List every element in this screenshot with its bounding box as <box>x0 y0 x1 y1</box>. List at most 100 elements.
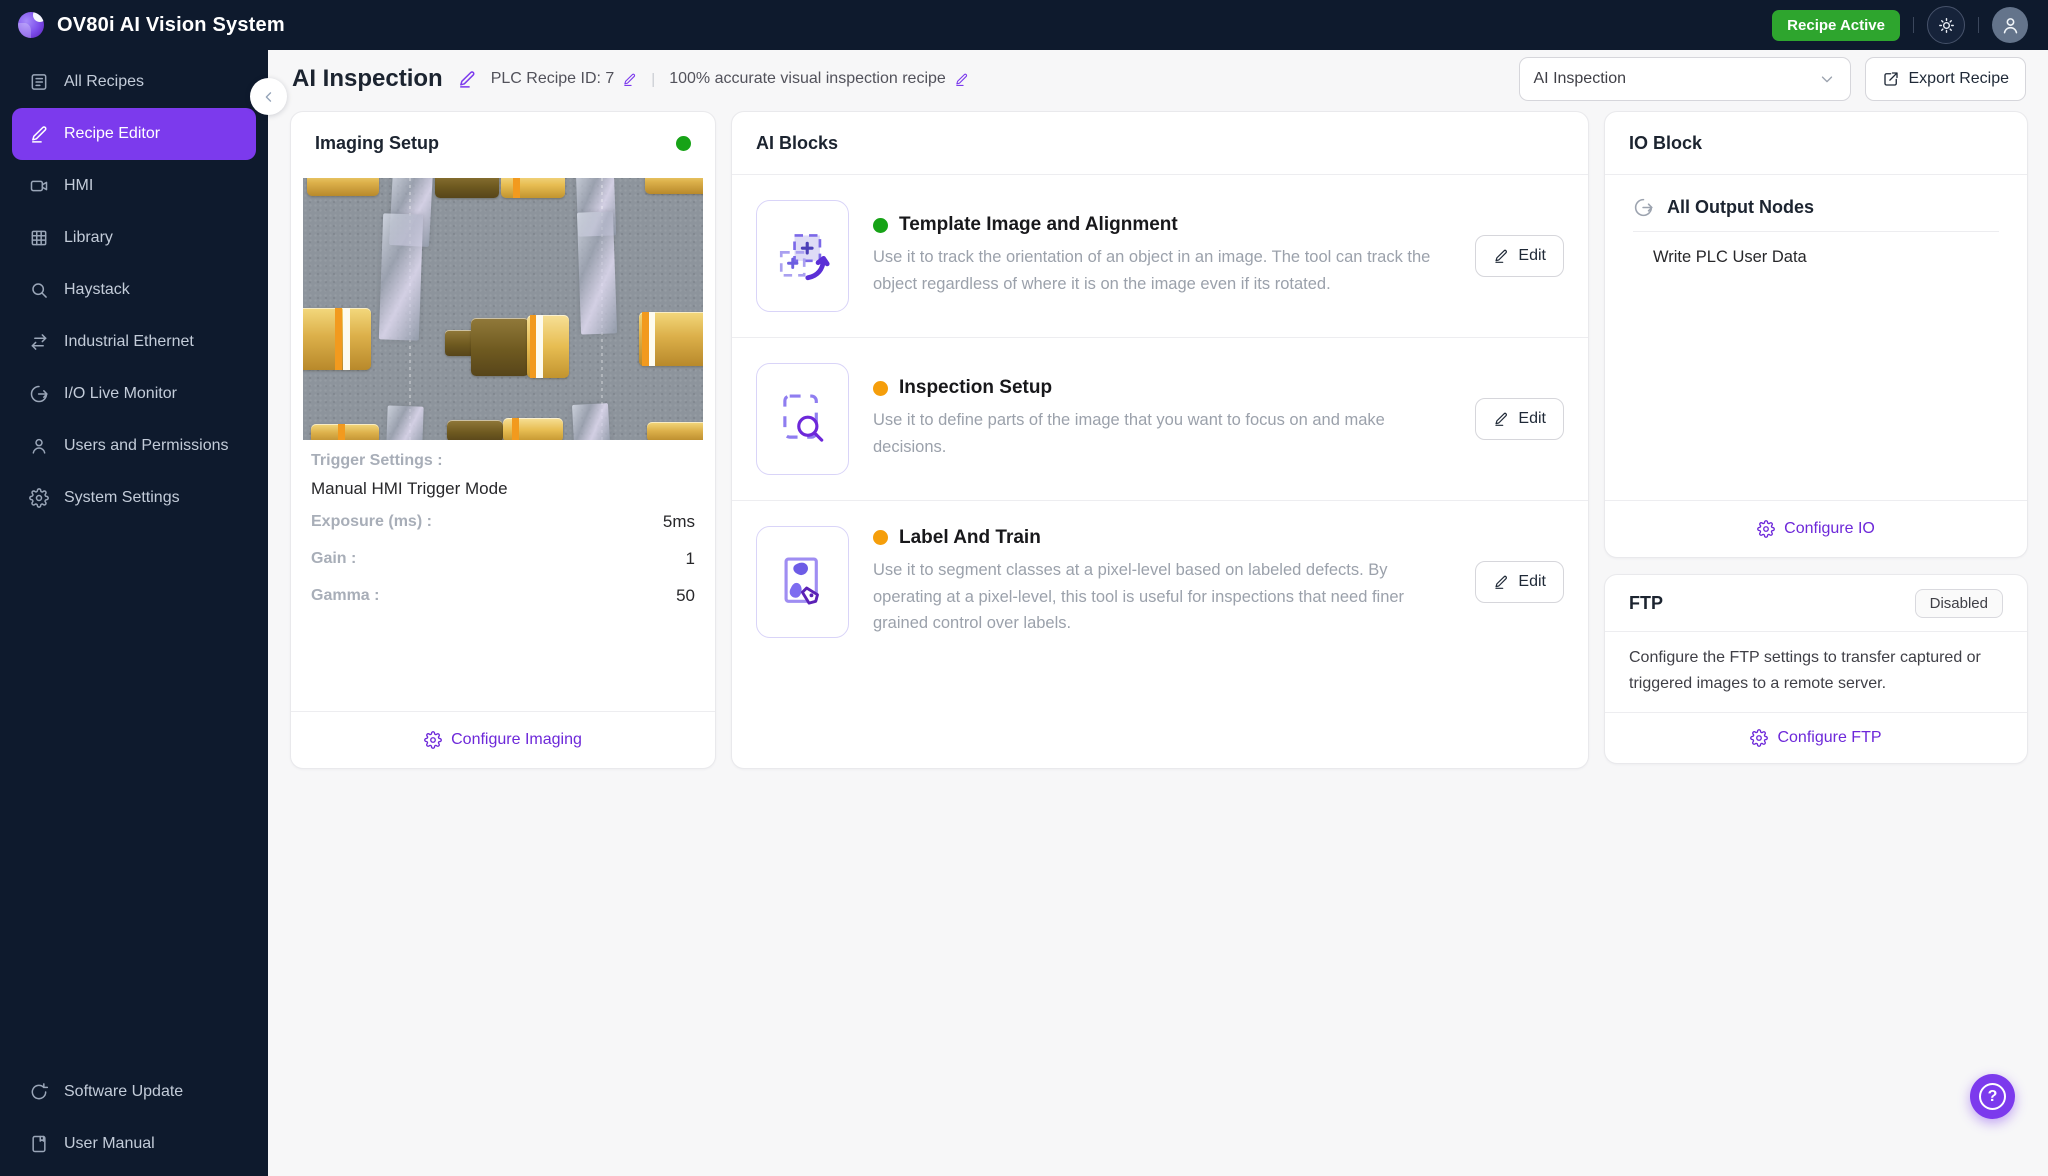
template-alignment-icon <box>756 200 849 312</box>
refresh-icon <box>29 1082 49 1102</box>
export-recipe-button[interactable]: Export Recipe <box>1864 57 2026 101</box>
question-mark-icon: ? <box>1979 1083 2006 1110</box>
pencil-icon <box>1493 248 1509 264</box>
block-title: Template Image and Alignment <box>899 214 1178 236</box>
sidebar-item-industrial-ethernet[interactable]: Industrial Ethernet <box>12 316 256 368</box>
plc-recipe-id: PLC Recipe ID: 7 <box>490 70 615 87</box>
sidebar-item-library[interactable]: Library <box>12 212 256 264</box>
configure-imaging-link[interactable]: Configure Imaging <box>291 712 715 768</box>
imaging-status-dot <box>676 135 691 151</box>
exposure-row: Exposure (ms) : 5ms <box>311 512 695 531</box>
sidebar-item-label: Haystack <box>64 281 130 298</box>
ai-block-inspection-setup: Inspection Setup Use it to define parts … <box>732 338 1588 500</box>
header-separator: | <box>651 70 656 88</box>
sidebar-item-software-update[interactable]: Software Update <box>12 1066 256 1118</box>
all-output-nodes-title: All Output Nodes <box>1667 197 1814 217</box>
gamma-row: Gamma : 50 <box>311 586 695 605</box>
ai-blocks-title: AI Blocks <box>756 132 839 153</box>
gear-icon <box>29 488 49 508</box>
ai-blocks-card: AI Blocks Template Image and Alignment U… <box>731 111 1589 769</box>
ftp-card: FTP Disabled Configure the FTP settings … <box>1604 574 2028 764</box>
pencil-icon <box>29 124 49 144</box>
help-button[interactable]: ? <box>1970 1074 2015 1119</box>
sidebar-item-system-settings[interactable]: System Settings <box>12 472 256 524</box>
edit-plc-id-icon[interactable] <box>622 72 637 87</box>
sidebar-item-label: System Settings <box>64 489 180 506</box>
configure-ftp-link[interactable]: Configure FTP <box>1605 713 2027 763</box>
search-icon <box>29 280 49 300</box>
output-node-item: Write PLC User Data <box>1653 248 1807 266</box>
gear-icon <box>1750 729 1768 747</box>
ai-block-template-alignment: Template Image and Alignment Use it to t… <box>732 175 1588 337</box>
recipe-active-badge: Recipe Active <box>1772 9 1900 41</box>
manual-book-icon <box>29 1134 49 1154</box>
app-title: OV80i AI Vision System <box>57 13 285 36</box>
io-block-card: IO Block All Output Nodes Write PLC User… <box>1604 111 2028 558</box>
block-title: Label And Train <box>899 526 1041 548</box>
imaging-setup-title: Imaging Setup <box>315 132 440 153</box>
chevron-down-icon <box>1818 70 1836 88</box>
user-avatar[interactable] <box>1992 7 2028 43</box>
topbar: OV80i AI Vision System Recipe Active <box>0 0 2048 50</box>
sidebar-item-user-manual[interactable]: User Manual <box>12 1118 256 1170</box>
captured-sample-image <box>303 178 703 440</box>
ftp-description: Configure the FTP settings to transfer c… <box>1629 649 1981 692</box>
ftp-status-badge: Disabled <box>1914 588 2003 618</box>
pencil-icon <box>1493 411 1509 427</box>
sidebar-item-hmi[interactable]: HMI <box>12 160 256 212</box>
io-block-title: IO Block <box>1629 132 1703 153</box>
swap-arrows-icon <box>29 332 49 352</box>
block-description: Use it to define parts of the image that… <box>873 411 1385 456</box>
recipe-select[interactable]: AI Inspection <box>1518 57 1851 101</box>
block-title: Inspection Setup <box>899 377 1053 399</box>
configure-io-link[interactable]: Configure IO <box>1605 501 2027 557</box>
label-train-icon <box>756 526 849 638</box>
block-description: Use it to track the orientation of an ob… <box>873 248 1431 293</box>
sidebar-item-recipe-editor[interactable]: Recipe Editor <box>12 108 256 160</box>
block-status-dot <box>873 380 888 396</box>
inspection-setup-icon <box>756 363 849 475</box>
edit-inspection-setup-button[interactable]: Edit <box>1475 398 1564 440</box>
sidebar-item-label: Software Update <box>64 1083 184 1100</box>
app-logo-icon <box>18 12 44 38</box>
sidebar-item-users-permissions[interactable]: Users and Permissions <box>12 420 256 472</box>
sidebar-item-label: Library <box>64 229 113 246</box>
gear-icon <box>1757 520 1775 538</box>
sidebar-item-label: I/O Live Monitor <box>64 385 177 402</box>
edit-label-train-button[interactable]: Edit <box>1475 561 1564 603</box>
sun-icon <box>1937 16 1956 35</box>
recipe-select-value: AI Inspection <box>1533 70 1627 87</box>
chevron-left-icon <box>260 88 278 106</box>
grid-icon <box>29 228 49 248</box>
block-status-dot <box>873 530 888 546</box>
user-icon <box>2000 15 2021 36</box>
sidebar-collapse-button[interactable] <box>250 78 287 115</box>
ai-block-label-and-train: Label And Train Use it to segment classe… <box>732 501 1588 663</box>
recipe-title: AI Inspection <box>292 65 443 92</box>
sidebar-item-haystack[interactable]: Haystack <box>12 264 256 316</box>
edit-description-icon[interactable] <box>954 72 969 87</box>
block-description: Use it to segment classes at a pixel-lev… <box>873 560 1405 633</box>
sidebar-item-all-recipes[interactable]: All Recipes <box>12 56 256 108</box>
main-area: AI Inspection PLC Recipe ID: 7 | 100% ac… <box>268 50 2048 1176</box>
recipes-list-icon <box>29 72 49 92</box>
gain-row: Gain : 1 <box>311 549 695 568</box>
hmi-camera-icon <box>29 176 49 196</box>
user-icon <box>29 436 49 456</box>
sidebar-item-label: User Manual <box>64 1135 155 1152</box>
sidebar-item-label: HMI <box>64 177 94 194</box>
theme-toggle-button[interactable] <box>1927 6 1965 44</box>
export-icon <box>1882 70 1900 88</box>
trigger-settings-label: Trigger Settings : <box>311 452 443 469</box>
sidebar-item-io-live-monitor[interactable]: I/O Live Monitor <box>12 368 256 420</box>
edit-recipe-title-icon[interactable] <box>457 69 477 89</box>
block-status-dot <box>873 217 888 233</box>
recipe-description: 100% accurate visual inspection recipe <box>669 70 946 87</box>
sidebar-item-label: Users and Permissions <box>64 437 229 454</box>
page-header: AI Inspection PLC Recipe ID: 7 | 100% ac… <box>268 50 2048 108</box>
sidebar-item-label: Industrial Ethernet <box>64 333 194 350</box>
edit-template-alignment-button[interactable]: Edit <box>1475 235 1564 277</box>
sidebar-item-label: Recipe Editor <box>64 125 161 142</box>
circular-arrow-icon <box>1633 197 1654 218</box>
trigger-mode-value: Manual HMI Trigger Mode <box>311 479 508 498</box>
